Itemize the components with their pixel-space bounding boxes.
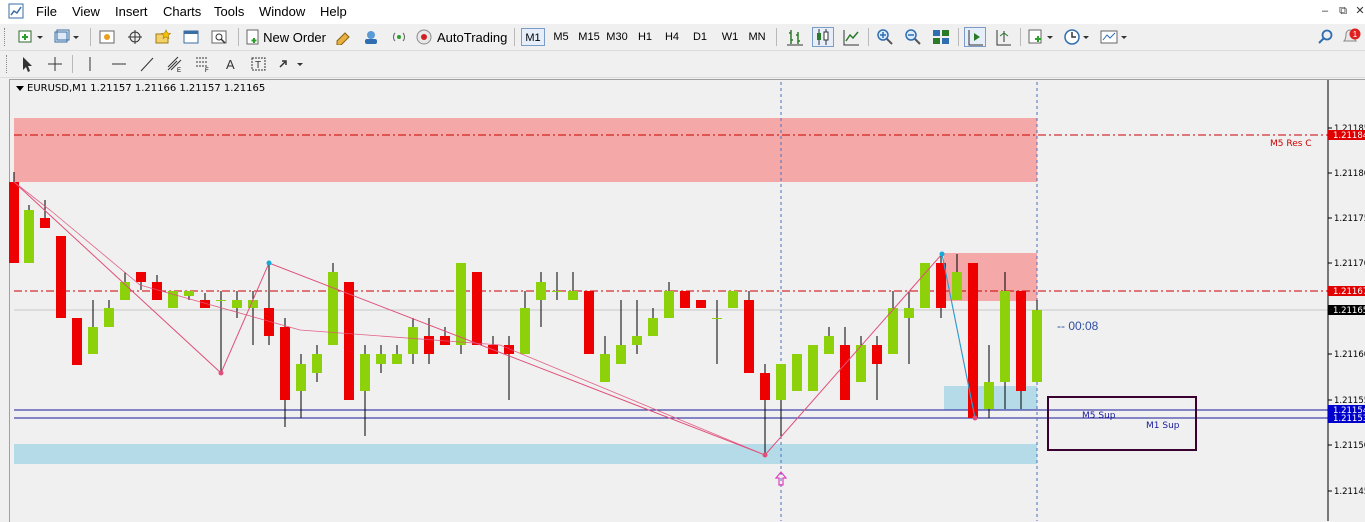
bear-candle [696,300,706,308]
bear-candle [136,272,146,282]
zigzag-point [762,452,768,458]
bear-candle [56,236,66,318]
price-axis-label: 1.21155 [1334,396,1365,406]
bull-candle [632,336,642,345]
m5-sup-label: M5 Sup [1082,411,1116,421]
price-axis-label: 1.21150 [1334,441,1365,451]
bull-candle [520,308,530,354]
price-tag-label: 1.21165 [1333,306,1365,316]
bull-candle [104,308,114,327]
price-tag-label: 1.21167 [1333,287,1365,297]
bull-candle [776,364,786,400]
bull-candle [376,354,386,364]
zigzag-line [13,181,976,456]
bull-candle [904,308,914,318]
zigzag-point [939,251,945,257]
zigzag-point [218,370,224,376]
bear-candle [760,373,770,400]
price-tag-label: 1.21184 [1333,131,1365,141]
bull-candle [712,318,722,319]
bear-candle [872,345,882,364]
bear-candle [424,336,434,354]
bear-candle [472,272,482,345]
candles-layer [9,172,1042,455]
price-axis-label: 1.21160 [1334,350,1365,360]
bull-candle [952,272,962,300]
price-axis-label: 1.21180 [1334,169,1365,179]
bull-candle [552,291,562,292]
bull-candle [808,345,818,391]
m1-sup-label: M1 Sup [1146,421,1180,431]
bear-candle [840,345,850,400]
zigzag-point [972,415,978,421]
bear-candle [280,327,290,400]
bear-candle [968,263,978,418]
bear-candle [344,282,354,400]
bull-candle [792,354,802,391]
price-tag-label: 1.21153 [1333,414,1365,424]
bull-candle [888,308,898,354]
bull-candle [328,272,338,345]
price-axis-label: 1.21175 [1334,214,1365,224]
m5-res-c-label: M5 Res C [1270,139,1312,149]
price-axis-label: 1.21170 [1334,259,1365,269]
bull-candle [568,291,578,300]
bull-candle [408,327,418,354]
bull-candle [216,300,226,301]
bull-candle [296,364,306,391]
m5-resistance-zone [14,118,1037,182]
bull-candle [664,291,674,318]
bear-candle [584,291,594,354]
bear-candle [72,318,82,365]
bull-candle [88,327,98,354]
bear-candle [1016,291,1026,391]
price-axis: 1.211851.211801.211751.211701.211651.211… [1328,124,1365,497]
bull-candle [232,300,242,308]
bull-candle [1032,310,1042,382]
bear-candle [40,218,50,228]
bear-candle [680,291,690,308]
bear-candle [504,345,514,354]
price-axis-label: 1.21145 [1334,487,1365,497]
support-zone [14,444,1037,464]
bear-candle [744,300,754,373]
bull-candle [984,382,994,409]
bull-candle [360,354,370,391]
bull-candle [728,291,738,308]
bull-candle [24,210,34,263]
bull-candle [312,354,322,373]
bull-candle [616,345,626,364]
bull-candle [536,282,546,300]
bear-candle [936,263,946,308]
bull-candle [184,291,194,296]
candle-timer: -- 00:08 [1057,319,1099,333]
bull-candle [392,354,402,364]
zigzag-point [266,260,272,266]
bull-candle [824,336,834,354]
bull-candle [648,318,658,336]
bull-candle [600,354,610,382]
price-chart[interactable]: M5 Sup M1 Sup M5 Res C -- 00:08 1.211851… [0,0,1365,521]
bear-candle [9,182,19,263]
bull-candle [456,263,466,345]
bull-candle [1000,291,1010,382]
